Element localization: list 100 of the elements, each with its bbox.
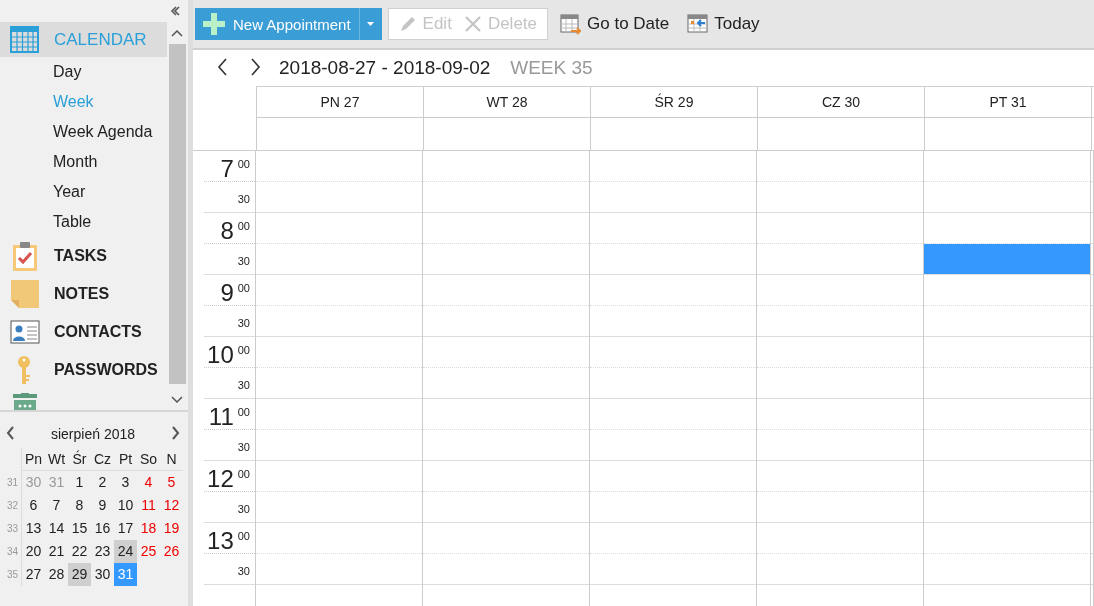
all-day-cell[interactable] — [924, 118, 1091, 151]
calendar-day[interactable]: 2 — [91, 471, 114, 494]
chevron-left-icon — [6, 425, 15, 440]
calendar-day[interactable]: 3 — [114, 471, 137, 494]
calendar-day[interactable]: 17 — [114, 517, 137, 540]
calendar-day[interactable]: 4 — [137, 471, 160, 494]
calendar-day[interactable]: 30 — [91, 563, 114, 586]
calendar-day[interactable]: 13 — [22, 517, 45, 540]
clipboard-icon — [10, 241, 40, 271]
hour-label: 10 — [207, 340, 234, 370]
weekday-label: Pt — [114, 448, 137, 471]
sidebar-item[interactable]: PASSWORDS — [0, 351, 167, 389]
hour-label: 11 — [208, 402, 234, 432]
minute-label: 00 — [237, 467, 250, 480]
calendar-day[interactable]: 11 — [137, 494, 160, 517]
scroll-down-icon — [171, 395, 183, 403]
sidebar-subitem[interactable]: Table — [0, 207, 167, 237]
calendar-day[interactable]: 21 — [45, 540, 68, 563]
minute-label: 30 — [236, 254, 251, 267]
calendar-day[interactable]: 7 — [45, 494, 68, 517]
calendar-today-icon — [687, 13, 709, 35]
week-number: 35 — [4, 563, 22, 586]
toolbar-button[interactable]: Today — [681, 9, 766, 39]
calendar-day[interactable]: 28 — [45, 563, 68, 586]
sidebar-item-label: PASSWORDS — [54, 361, 158, 379]
week-number: 31 — [4, 471, 22, 494]
weekday-label: Pn — [22, 448, 45, 471]
date-range: 2018-08-27 - 2018-09-02 — [279, 57, 491, 79]
calendar-day[interactable]: 10 — [114, 494, 137, 517]
calendar-day[interactable]: 20 — [22, 540, 45, 563]
calendar-day[interactable]: 22 — [68, 540, 91, 563]
sidebar-item-label: TASKS — [54, 247, 108, 265]
minute-label: 00 — [237, 405, 250, 418]
week-number: 32 — [4, 494, 22, 517]
week-number: WEEK 35 — [510, 57, 593, 79]
scrollbar-thumb[interactable] — [168, 44, 186, 384]
chevron-left-icon — [217, 57, 228, 76]
calendar-day[interactable]: 9 — [91, 494, 114, 517]
calendar-day[interactable]: 19 — [160, 517, 183, 540]
scroll-up-icon — [171, 29, 183, 37]
day-header: WT 28 — [423, 86, 590, 118]
all-day-cell[interactable] — [256, 118, 423, 151]
sidebar-subitem[interactable]: Day — [0, 57, 167, 87]
day-header: ŚR 29 — [590, 86, 757, 118]
all-day-cell[interactable] — [590, 118, 757, 151]
weekday-label: So — [137, 448, 160, 471]
all-day-cell[interactable] — [757, 118, 924, 151]
calendar-day[interactable]: 25 — [137, 540, 160, 563]
hour-label: 8 — [220, 216, 234, 246]
calendar-day[interactable]: 16 — [91, 517, 114, 540]
sidebar-item-label: CALENDAR — [54, 29, 147, 50]
minute-label: 00 — [237, 529, 250, 542]
chevron-right-icon — [171, 425, 180, 440]
collapse-button[interactable] — [170, 4, 180, 18]
calendar-day[interactable]: 1 — [68, 471, 91, 494]
all-day-cell[interactable] — [423, 118, 590, 151]
double-chevron-icon — [170, 6, 180, 16]
minute-label: 30 — [236, 502, 251, 515]
minute-label: 30 — [236, 440, 251, 453]
weekday-label: N — [160, 448, 183, 471]
minute-label: 30 — [236, 564, 251, 577]
minute-label: 30 — [236, 192, 251, 205]
x-icon — [463, 15, 482, 33]
minute-label: 00 — [237, 281, 250, 294]
calendar-day[interactable]: 14 — [45, 517, 68, 540]
sidebar-subitem[interactable]: Month — [0, 147, 167, 177]
weekday-label: Śr — [68, 448, 91, 471]
week-number: 34 — [4, 540, 22, 563]
calendar-icon — [10, 24, 40, 55]
sidebar-subitem[interactable]: Week Agenda — [0, 117, 167, 147]
contact-card-icon — [10, 317, 40, 347]
minute-label: 30 — [236, 316, 251, 329]
calendar-day[interactable]: 5 — [160, 471, 183, 494]
toolbar-button[interactable]: Go to Date — [554, 9, 676, 39]
weekday-label: Cz — [91, 448, 114, 471]
calendar-day[interactable]: 6 — [22, 494, 45, 517]
day-header: PN 27 — [256, 86, 423, 118]
minute-label: 00 — [237, 157, 250, 170]
week-number: 33 — [4, 517, 22, 540]
sidebar-item[interactable]: CONTACTS — [0, 313, 167, 351]
sidebar-item[interactable]: TASKS — [0, 237, 167, 275]
pencil-icon — [398, 15, 417, 33]
calendar-day[interactable]: 23 — [91, 540, 114, 563]
calendar-day[interactable]: 26 — [160, 540, 183, 563]
weekday-label: Wt — [45, 448, 68, 471]
note-icon — [10, 279, 40, 309]
calendar-day[interactable]: 8 — [68, 494, 91, 517]
calendar-day[interactable]: 12 — [160, 494, 183, 517]
appointment[interactable] — [924, 244, 1090, 275]
caret-icon — [367, 22, 375, 26]
sidebar-subitem[interactable]: Year — [0, 177, 167, 207]
minute-label: 30 — [236, 378, 251, 391]
sidebar-item[interactable]: NOTES — [0, 275, 167, 313]
calendar-day[interactable]: 29 — [68, 563, 91, 586]
calendar-day[interactable]: 27 — [22, 563, 45, 586]
day-header: CZ 30 — [757, 86, 924, 118]
minute-label: 00 — [237, 219, 250, 232]
calendar-day[interactable]: 15 — [68, 517, 91, 540]
calendar-day[interactable]: 18 — [137, 517, 160, 540]
calendar-day[interactable]: 24 — [114, 540, 137, 563]
